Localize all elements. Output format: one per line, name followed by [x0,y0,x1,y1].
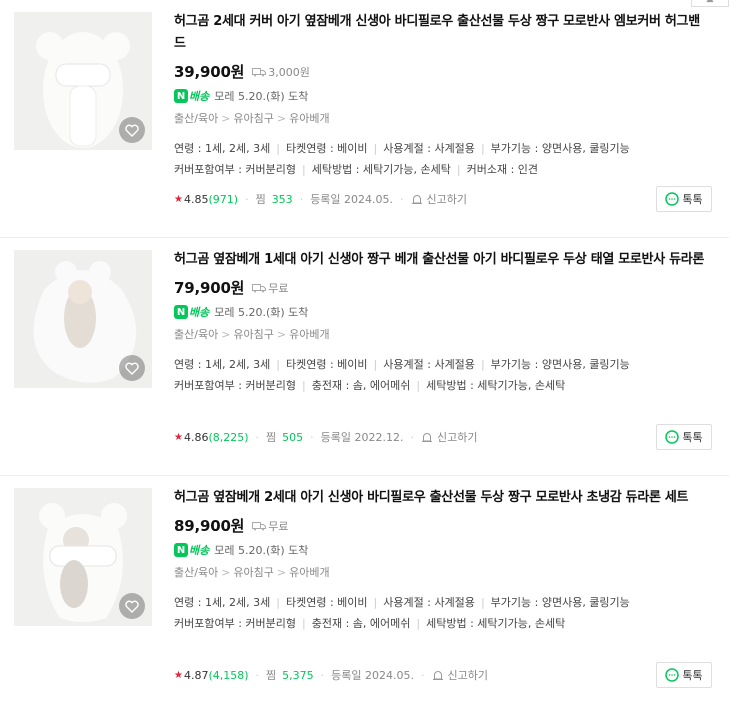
star-icon: ★ [174,193,183,205]
report-button[interactable]: 신고하기 [421,429,478,445]
zzim-count: 505 [282,430,304,444]
truck-icon [252,284,267,293]
star-icon: ★ [174,669,183,681]
wishlist-heart-button[interactable] [119,593,145,619]
heart-icon [125,362,139,375]
registered-date: 등록일 2022.12. [320,431,404,444]
product-info: 허그곰 옆잠베개 2세대 아기 신생아 바디필로우 출산선물 두상 짱구 모로반… [174,487,711,634]
delivery-info: N 배송 모레 5.20.(화) 도착 [174,88,711,104]
category-breadcrumb: 출산/육아 > 유아침구 > 유아베개 [174,328,330,341]
zzim-count: 5,375 [282,668,314,682]
review-count[interactable]: (971) [208,193,238,206]
wishlist-heart-button[interactable] [119,117,145,143]
talktalk-button[interactable]: 톡톡 [656,662,712,688]
truck-icon [252,522,267,531]
report-button[interactable]: 신고하기 [411,191,467,207]
registered-date: 등록일 2024.05. [331,669,415,682]
product-title[interactable]: 허그곰 2세대 커버 아기 옆잠베개 신생아 바디필로우 출산선물 두상 짱구 … [174,11,711,55]
delivery-info: N 배송 모레 5.20.(화) 도착 [174,542,711,558]
rating: 4.86 [183,430,209,444]
product-item: 허그곰 옆잠베개 1세대 아기 신생아 짱구 베개 출산선물 아기 바디필로우 … [0,238,729,476]
chat-bubble-icon [665,668,680,682]
siren-icon [422,433,433,442]
review-count[interactable]: (8,225) [208,431,248,444]
rating: 4.87 [183,668,209,682]
product-meta: ★ 4.86 (8,225) · 찜 505 · 등록일 2022.12. · … [174,429,478,445]
shipping-fee: 무료 [252,518,289,534]
shipping-fee: 무료 [252,280,289,296]
zzim-label: 찜 [266,431,277,444]
zzim-count: 353 [271,192,293,206]
product-item: 허그곰 2세대 커버 아기 옆잠베개 신생아 바디필로우 출산선물 두상 짱구 … [0,0,729,238]
product-thumbnail[interactable] [14,250,152,388]
zzim-label: 찜 [266,669,277,682]
product-thumbnail[interactable] [14,488,152,626]
n-delivery-badge: N 배송 [174,88,209,104]
talktalk-button[interactable]: 톡톡 [656,424,712,450]
star-icon: ★ [174,431,183,443]
n-delivery-badge: N 배송 [174,304,209,320]
review-count[interactable]: (4,158) [208,669,248,682]
product-specs: 연령 : 1세, 2세, 3세 | 타켓연령 : 베이비 | 사용계절 : 사계절용 | 부… [174,358,630,392]
siren-icon [432,671,443,680]
product-thumbnail[interactable] [14,12,152,150]
product-price: 89,900원 [174,517,245,535]
siren-icon [411,195,422,204]
product-price: 39,900원 [174,63,245,81]
product-specs: 연령 : 1세, 2세, 3세 | 타켓연령 : 베이비 | 사용계절 : 사계절용 | 부… [174,142,630,176]
shipping-fee: 3,000원 [252,64,310,80]
talktalk-button[interactable]: 톡톡 [656,186,712,212]
heart-icon [125,600,139,613]
wishlist-heart-button[interactable] [119,355,145,381]
product-title[interactable]: 허그곰 옆잠베개 1세대 아기 신생아 짱구 베개 출산선물 아기 바디필로우 … [174,249,711,271]
truck-icon [252,68,267,77]
n-delivery-badge: N 배송 [174,542,209,558]
category-breadcrumb: 출산/육아 > 유아침구 > 유아베개 [174,566,330,579]
delivery-info: N 배송 모레 5.20.(화) 도착 [174,304,711,320]
heart-icon [125,124,139,137]
product-info: 허그곰 2세대 커버 아기 옆잠베개 신생아 바디필로우 출산선물 두상 짱구 … [174,11,711,180]
product-specs: 연령 : 1세, 2세, 3세 | 타켓연령 : 베이비 | 사용계절 : 사계절용 | 부… [174,596,630,630]
zzim-label: 찜 [255,193,266,206]
product-meta: ★ 4.85 (971) · 찜 353 · 등록일 2024.05. · 신고… [174,191,468,207]
rating: 4.85 [183,192,209,206]
registered-date: 등록일 2024.05. [310,193,394,206]
product-meta: ★ 4.87 (4,158) · 찜 5,375 · 등록일 2024.05. … [174,667,488,683]
product-item: 허그곰 옆잠베개 2세대 아기 신생아 바디필로우 출산선물 두상 짱구 모로반… [0,476,729,713]
category-breadcrumb: 출산/육아 > 유아침구 > 유아베개 [174,112,330,125]
product-title[interactable]: 허그곰 옆잠베개 2세대 아기 신생아 바디필로우 출산선물 두상 짱구 모로반… [174,487,711,509]
product-price: 79,900원 [174,279,245,297]
chat-bubble-icon [665,430,680,444]
chat-bubble-icon [665,192,680,206]
product-info: 허그곰 옆잠베개 1세대 아기 신생아 짱구 베개 출산선물 아기 바디필로우 … [174,249,711,396]
product-list: 허그곰 2세대 커버 아기 옆잠베개 신생아 바디필로우 출산선물 두상 짱구 … [0,0,729,713]
report-button[interactable]: 신고하기 [432,667,488,683]
